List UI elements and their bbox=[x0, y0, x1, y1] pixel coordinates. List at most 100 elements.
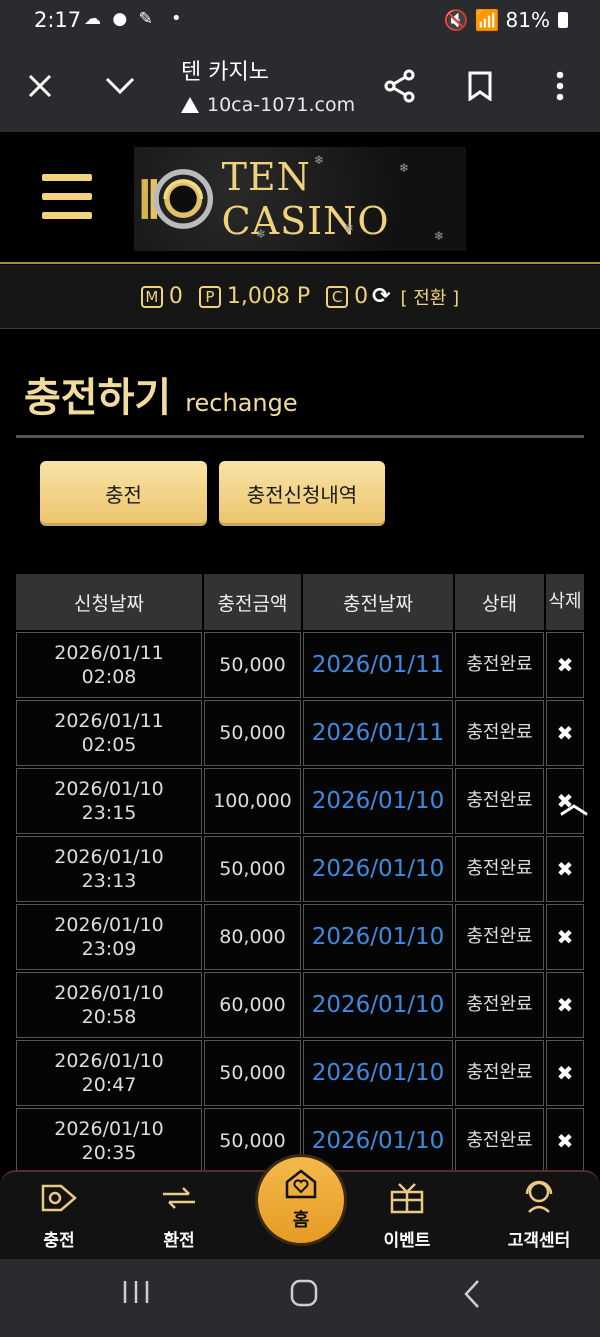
page-title-bar: 텐 카지노 bbox=[181, 60, 269, 85]
gift-icon bbox=[362, 1172, 452, 1216]
col-charge-date: 충전날짜 bbox=[303, 574, 453, 630]
request-datetime: 2026/01/11 02:08 bbox=[16, 632, 202, 698]
table-row: 2026/01/10 23:15 100,000 2026/01/10 충전완료 … bbox=[16, 768, 584, 834]
coupon-balance: C 0 bbox=[326, 284, 368, 309]
snowflake-icon: ❄ bbox=[399, 161, 410, 175]
nav-exchange-label: 환전 bbox=[163, 1231, 195, 1251]
chevron-down-icon bbox=[105, 77, 135, 95]
more-options-button[interactable] bbox=[536, 62, 584, 110]
status-cell: 충전완료 bbox=[455, 836, 544, 902]
delete-icon[interactable]: ✖ bbox=[546, 1040, 584, 1106]
convert-button[interactable]: [ 전환 ] bbox=[401, 284, 460, 310]
signal-icon: 📶 bbox=[474, 8, 500, 32]
request-time: 02:05 bbox=[81, 734, 137, 756]
mute-icon: 🔇 bbox=[443, 8, 469, 32]
exchange-icon bbox=[134, 1172, 224, 1216]
status-time: 2:17 bbox=[34, 8, 82, 32]
request-date: 2026/01/10 bbox=[54, 1118, 164, 1140]
request-datetime: 2026/01/10 23:09 bbox=[16, 904, 202, 970]
status-right: 🔇 📶 81% bbox=[444, 8, 568, 32]
more-icon bbox=[556, 71, 564, 101]
money-balance: M 0 bbox=[140, 284, 183, 309]
bookmark-button[interactable] bbox=[456, 62, 504, 110]
share-icon bbox=[384, 69, 415, 103]
nav-charge-label: 충전 bbox=[43, 1231, 75, 1251]
request-date: 2026/01/10 bbox=[54, 778, 164, 800]
charge-date-link[interactable]: 2026/01/10 bbox=[303, 904, 453, 970]
refresh-icon[interactable]: ⟳ bbox=[372, 284, 390, 309]
request-time: 20:47 bbox=[81, 1074, 137, 1096]
delete-icon[interactable]: ✖ bbox=[546, 1108, 584, 1174]
status-cell: 충전완료 bbox=[455, 632, 544, 698]
delete-icon[interactable]: ✖ bbox=[546, 972, 584, 1038]
charge-tab-button[interactable]: 충전 bbox=[40, 461, 207, 526]
coupon-icon: C bbox=[326, 285, 349, 308]
url-text: 10ca-1071.com bbox=[207, 94, 356, 116]
delete-icon[interactable]: ✖ bbox=[546, 904, 584, 970]
delete-icon[interactable]: ✖ bbox=[546, 700, 584, 766]
logo-mark-icon bbox=[141, 169, 214, 229]
back-icon bbox=[464, 1280, 479, 1308]
charge-date-link[interactable]: 2026/01/11 bbox=[303, 700, 453, 766]
col-amount: 충전금액 bbox=[204, 574, 301, 630]
home-button[interactable] bbox=[280, 1279, 328, 1319]
nav-event[interactable]: 이벤트 bbox=[362, 1172, 452, 1261]
nav-charge[interactable]: 충전 bbox=[14, 1172, 104, 1261]
point-value: 1,008 P bbox=[226, 284, 311, 309]
charge-date-link[interactable]: 2026/01/10 bbox=[303, 1040, 453, 1106]
back-button[interactable] bbox=[448, 1279, 496, 1319]
charge-date-link[interactable]: 2026/01/10 bbox=[303, 768, 453, 834]
hamburger-line bbox=[42, 193, 92, 200]
notification-icons: ☁ ● ✎ bbox=[84, 9, 156, 29]
bookmark-icon bbox=[468, 71, 492, 101]
request-datetime: 2026/01/10 23:15 bbox=[16, 768, 202, 834]
request-datetime: 2026/01/10 20:47 bbox=[16, 1040, 202, 1106]
request-time: 23:13 bbox=[81, 870, 137, 892]
share-button[interactable] bbox=[376, 62, 424, 110]
close-tab-button[interactable] bbox=[16, 62, 64, 110]
table-header-row: 신청날짜 충전금액 충전날짜 상태 삭제 bbox=[16, 574, 584, 630]
site-logo[interactable]: TEN CASINO ❄ ❄ ❄ ❄ ❄ bbox=[134, 147, 466, 251]
minimize-button[interactable] bbox=[96, 62, 144, 110]
charge-date-link[interactable]: 2026/01/10 bbox=[303, 836, 453, 902]
charge-date-link[interactable]: 2026/01/10 bbox=[303, 972, 453, 1038]
amount-cell: 50,000 bbox=[204, 700, 301, 766]
warning-icon bbox=[181, 97, 199, 113]
nav-home-button[interactable]: 홈 bbox=[255, 1154, 347, 1246]
status-cell: 충전완료 bbox=[455, 700, 544, 766]
money-value: 0 bbox=[168, 284, 183, 309]
charge-icon bbox=[14, 1172, 104, 1216]
site-header: TEN CASINO ❄ ❄ ❄ ❄ ❄ bbox=[0, 132, 600, 264]
headset-icon bbox=[494, 1172, 584, 1216]
scroll-to-top-button[interactable]: ︿ bbox=[560, 782, 588, 822]
browser-toolbar: 텐 카지노 10ca-1071.com bbox=[0, 44, 600, 132]
home-icon bbox=[290, 1279, 318, 1307]
snowflake-icon: ❄ bbox=[344, 221, 355, 235]
charge-history-table: 신청날짜 충전금액 충전날짜 상태 삭제 2026/01/11 02:08 50,… bbox=[16, 572, 584, 1176]
charge-date-link[interactable]: 2026/01/11 bbox=[303, 632, 453, 698]
table-row: 2026/01/10 20:58 60,000 2026/01/10 충전완료 ✖ bbox=[16, 972, 584, 1038]
delete-icon[interactable]: ✖ bbox=[546, 836, 584, 902]
table-row: 2026/01/10 23:09 80,000 2026/01/10 충전완료 ✖ bbox=[16, 904, 584, 970]
request-date: 2026/01/10 bbox=[54, 914, 164, 936]
amount-cell: 50,000 bbox=[204, 1040, 301, 1106]
amount-cell: 60,000 bbox=[204, 972, 301, 1038]
nav-support[interactable]: 고객센터 bbox=[494, 1172, 584, 1261]
point-icon: P bbox=[198, 285, 221, 308]
charge-history-tab-button[interactable]: 충전신청내역 bbox=[219, 461, 385, 526]
request-datetime: 2026/01/10 20:35 bbox=[16, 1108, 202, 1174]
request-time: 23:15 bbox=[81, 802, 137, 824]
status-cell: 충전완료 bbox=[455, 972, 544, 1038]
request-datetime: 2026/01/10 23:13 bbox=[16, 836, 202, 902]
table-row: 2026/01/10 23:13 50,000 2026/01/10 충전완료 ✖ bbox=[16, 836, 584, 902]
page-subtitle: rechange bbox=[185, 389, 298, 417]
status-cell: 충전완료 bbox=[455, 904, 544, 970]
nav-exchange[interactable]: 환전 bbox=[134, 1172, 224, 1261]
recent-apps-button[interactable] bbox=[112, 1279, 160, 1319]
menu-button[interactable] bbox=[42, 174, 92, 220]
snowflake-icon: ❄ bbox=[314, 153, 325, 167]
delete-icon[interactable]: ✖ bbox=[546, 632, 584, 698]
url-bar[interactable]: 10ca-1071.com bbox=[181, 94, 355, 116]
status-cell: 충전완료 bbox=[455, 768, 544, 834]
home-heart-icon bbox=[284, 1168, 318, 1206]
